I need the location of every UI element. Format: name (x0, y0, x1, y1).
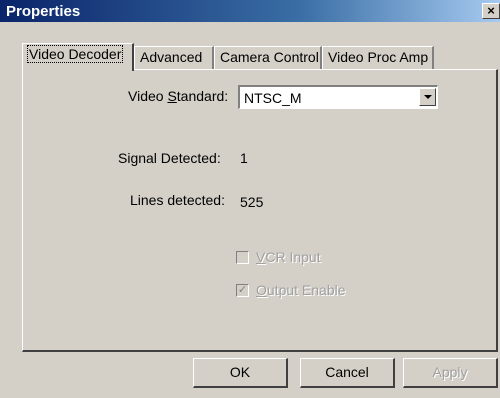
close-button[interactable]: × (482, 3, 500, 19)
lines-detected-label: Lines detected: (130, 192, 225, 208)
tab-video-decoder-label: Video Decoder (26, 45, 124, 63)
apply-button[interactable]: Apply (403, 358, 498, 388)
tab-video-decoder[interactable]: Video Decoder (22, 43, 134, 71)
vcr-input-checkbox[interactable] (236, 251, 249, 264)
lines-detected-value: 525 (240, 194, 264, 210)
title-bar: Properties × (0, 0, 500, 22)
tab-video-proc-amp-label: Video Proc Amp (328, 49, 429, 65)
ok-button[interactable]: OK (193, 358, 288, 388)
video-standard-select[interactable]: NTSC_M (238, 85, 438, 109)
cancel-button[interactable]: Cancel (300, 358, 395, 388)
signal-detected-label: Signal Detected: (118, 150, 221, 166)
tab-advanced-label: Advanced (140, 49, 203, 65)
video-standard-label: Video Standard: (128, 88, 229, 104)
tab-panel (22, 69, 498, 352)
window-title: Properties (6, 3, 81, 20)
dropdown-arrow-icon[interactable] (419, 88, 436, 106)
signal-detected-value: 1 (240, 150, 248, 166)
vcr-input-label: VCR Input (256, 249, 321, 265)
tab-video-proc-amp[interactable]: Video Proc Amp (322, 46, 434, 69)
tab-camera-control-label: Camera Control (220, 49, 319, 65)
output-enable-label: Output Enable (256, 282, 346, 298)
tab-advanced[interactable]: Advanced (134, 46, 214, 69)
tab-camera-control[interactable]: Camera Control (214, 46, 322, 69)
video-standard-value: NTSC_M (244, 90, 302, 106)
output-enable-checkbox[interactable]: ✓ (236, 284, 249, 297)
